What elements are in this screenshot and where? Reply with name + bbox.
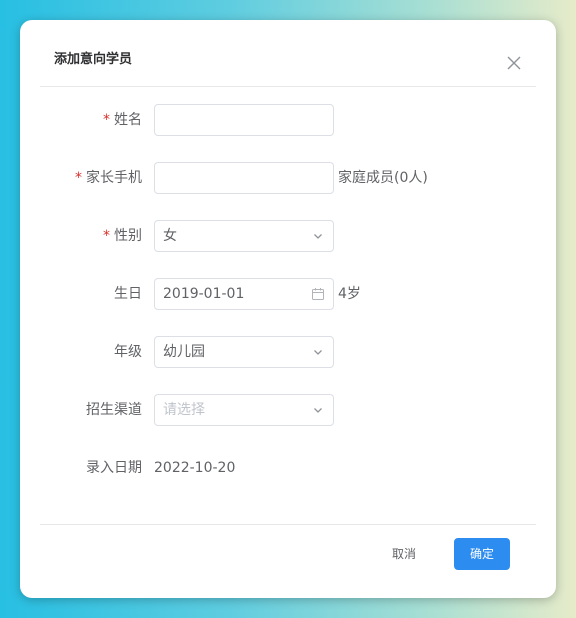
footer-divider [40, 524, 536, 525]
close-icon[interactable] [504, 53, 524, 73]
form-row-channel: 招生渠道 请选择 [20, 394, 556, 426]
entry-date-label: 录入日期 [86, 460, 142, 476]
form-row-name: * 姓名 [20, 104, 556, 136]
birthday-date-picker[interactable]: 2019-01-01 [154, 278, 334, 310]
required-mark: * [103, 112, 110, 128]
chevron-down-icon [311, 395, 325, 425]
parent-phone-label: * 家长手机 [75, 170, 142, 186]
add-student-dialog: 添加意向学员 * 姓名 * 家长手机 家庭成员(0人) * 性别 女 生日 2019-… [20, 20, 556, 598]
dialog-title: 添加意向学员 [54, 52, 133, 67]
confirm-button[interactable]: 确定 [454, 538, 510, 570]
channel-label: 招生渠道 [86, 402, 142, 418]
grade-label: 年级 [114, 344, 142, 360]
age-text: 4岁 [338, 286, 361, 302]
grade-select[interactable]: 幼儿园 [154, 336, 334, 368]
chevron-down-icon [311, 337, 325, 367]
cancel-button[interactable]: 取消 [378, 538, 430, 570]
channel-select[interactable]: 请选择 [154, 394, 334, 426]
form-row-birthday: 生日 2019-01-01 4岁 [20, 278, 556, 310]
gender-select[interactable]: 女 [154, 220, 334, 252]
required-mark: * [103, 228, 110, 244]
entry-date-value: 2022-10-20 [154, 460, 236, 476]
chevron-down-icon [311, 221, 325, 251]
form-row-parent-phone: * 家长手机 家庭成员(0人) [20, 162, 556, 194]
form-row-grade: 年级 幼儿园 [20, 336, 556, 368]
parent-phone-input[interactable] [154, 162, 334, 194]
gender-label: * 性别 [103, 228, 142, 244]
name-input[interactable] [154, 104, 334, 136]
form-row-gender: * 性别 女 [20, 220, 556, 252]
required-mark: * [75, 170, 82, 186]
family-members-link[interactable]: 家庭成员(0人) [338, 162, 428, 194]
name-label: * 姓名 [103, 112, 142, 128]
header-divider [40, 86, 536, 87]
dialog-header: 添加意向学员 [20, 20, 556, 87]
birthday-label: 生日 [114, 286, 142, 302]
calendar-icon[interactable] [311, 279, 325, 309]
form-row-entry-date: 录入日期 2022-10-20 [20, 452, 556, 484]
